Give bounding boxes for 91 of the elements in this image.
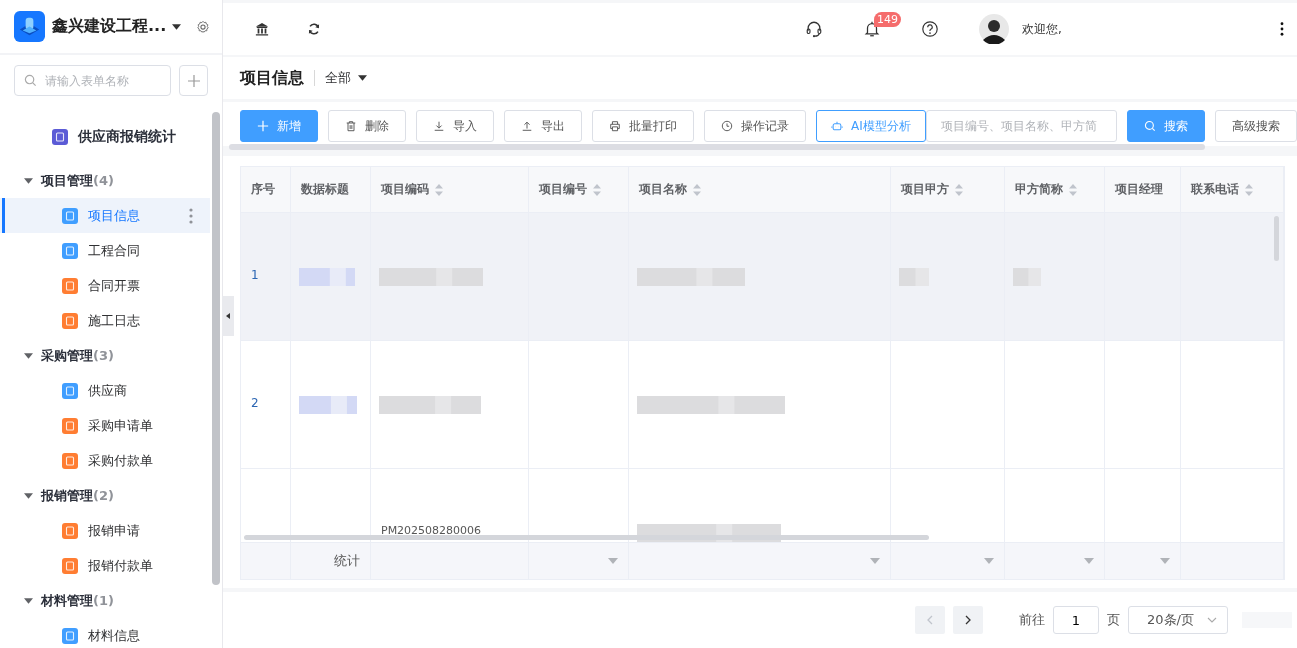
more-icon[interactable] (1280, 22, 1284, 36)
refresh-icon[interactable] (307, 22, 321, 36)
app-title[interactable]: 鑫兴建设工程... (52, 16, 167, 37)
sidebar-item[interactable]: 采购付款单 (0, 443, 210, 478)
sort-icon[interactable] (435, 183, 443, 196)
toolbar-button[interactable]: 批量打印 (592, 110, 694, 142)
scrollbar[interactable] (229, 144, 1205, 150)
group-count: (4) (93, 173, 114, 188)
group-label[interactable]: 项目管理 (41, 171, 93, 190)
chevron-down-icon (1207, 617, 1217, 623)
sort-icon[interactable] (1245, 183, 1253, 196)
scrollbar[interactable] (244, 535, 929, 540)
column-header[interactable]: 序号 (241, 167, 291, 213)
trash-icon (345, 120, 357, 132)
column-header[interactable]: 项目编号 (529, 167, 629, 213)
column-header[interactable]: 联系电话 (1181, 167, 1284, 213)
caret-icon (358, 75, 367, 81)
greeting-text: 欢迎您, (1022, 20, 1062, 38)
sidebar-item[interactable]: 合同开票 (0, 268, 210, 303)
caret-icon[interactable] (24, 352, 33, 359)
table-row[interactable]: 1 (241, 213, 1284, 341)
sidebar-item[interactable]: 供应商 (0, 373, 210, 408)
page-title: 项目信息 (240, 67, 304, 89)
sort-icon[interactable] (693, 183, 701, 196)
search-field[interactable]: 请输入表单名称 (14, 65, 171, 96)
page-size-select[interactable]: 20条/页 (1128, 606, 1228, 634)
collapse-handle[interactable] (222, 296, 234, 336)
add-button[interactable] (179, 65, 208, 96)
bank-icon[interactable] (255, 22, 269, 36)
sort-icon[interactable] (593, 183, 601, 196)
avatar[interactable] (979, 14, 1009, 44)
sidebar-item[interactable]: 采购申请单 (0, 408, 210, 443)
page-suffix: 页 (1107, 611, 1120, 629)
next-page-button[interactable] (953, 606, 983, 634)
sidebar-item[interactable]: 材料信息 (0, 618, 210, 648)
column-header[interactable]: 项目甲方 (891, 167, 1005, 213)
table-row[interactable]: 2 (241, 341, 1284, 469)
scrollbar[interactable] (1274, 216, 1279, 261)
sidebar-item[interactable]: 报销付款单 (0, 548, 210, 583)
caret-icon[interactable] (24, 492, 33, 499)
sidebar-item[interactable]: 工程合同 (0, 233, 210, 268)
redacted-block (299, 396, 357, 414)
sidebar-item[interactable]: 项目信息 (0, 198, 210, 233)
robot-icon (831, 120, 843, 132)
chevron-left-icon (927, 615, 933, 625)
logo-icon (14, 11, 45, 42)
group-label[interactable]: 采购管理 (41, 346, 93, 365)
search-icon (24, 74, 37, 87)
group-label[interactable]: 报销管理 (41, 486, 93, 505)
group-count: (3) (93, 348, 114, 363)
caret-icon[interactable] (172, 23, 182, 30)
headset-icon[interactable] (805, 20, 823, 38)
column-header[interactable]: 数据标题 (291, 167, 371, 213)
column-header[interactable]: 甲方简称 (1005, 167, 1105, 213)
toolbar-button[interactable]: 操作记录 (704, 110, 806, 142)
search-icon (1144, 120, 1156, 132)
page-input[interactable]: 1 (1053, 606, 1099, 634)
filter-dropdown[interactable]: 全部 (325, 69, 367, 87)
plus-icon (257, 120, 269, 132)
caret-icon[interactable] (24, 177, 33, 184)
chevron-right-icon (965, 615, 971, 625)
download-icon (433, 120, 445, 132)
goto-label: 前往 (1019, 611, 1045, 629)
scrollbar[interactable] (212, 112, 220, 585)
group-label[interactable]: 材料管理 (41, 591, 93, 610)
upload-icon (521, 120, 533, 132)
group-count: (1) (93, 593, 114, 608)
plus-icon (187, 74, 200, 87)
search-field[interactable]: 项目编号、项目名称、甲方简 (925, 110, 1117, 142)
column-header[interactable]: 项目经理 (1105, 167, 1181, 213)
toolbar-button[interactable]: 删除 (328, 110, 406, 142)
sidebar-item[interactable]: 报销申请 (0, 513, 210, 548)
redacted-block (299, 268, 355, 286)
clock-icon (721, 120, 733, 132)
group-count: (2) (93, 488, 114, 503)
sidebar-item[interactable]: 施工日志 (0, 303, 210, 338)
toolbar-button[interactable]: 导入 (416, 110, 494, 142)
toolbar-button[interactable]: 导出 (504, 110, 582, 142)
sort-icon[interactable] (955, 183, 963, 196)
column-header[interactable]: 项目编码 (371, 167, 529, 213)
redacted-block (899, 268, 929, 286)
help-icon[interactable] (921, 20, 939, 38)
advanced-search-button[interactable]: 高级搜索 (1215, 110, 1297, 142)
caret-icon[interactable] (24, 597, 33, 604)
redacted-block (1013, 268, 1041, 286)
sort-icon[interactable] (1069, 183, 1077, 196)
printer-icon (609, 120, 621, 132)
column-header[interactable]: 项目名称 (629, 167, 891, 213)
summary-label: 统计 (334, 552, 360, 570)
notification-badge: 149 (874, 12, 901, 27)
settings-icon[interactable] (196, 19, 211, 34)
